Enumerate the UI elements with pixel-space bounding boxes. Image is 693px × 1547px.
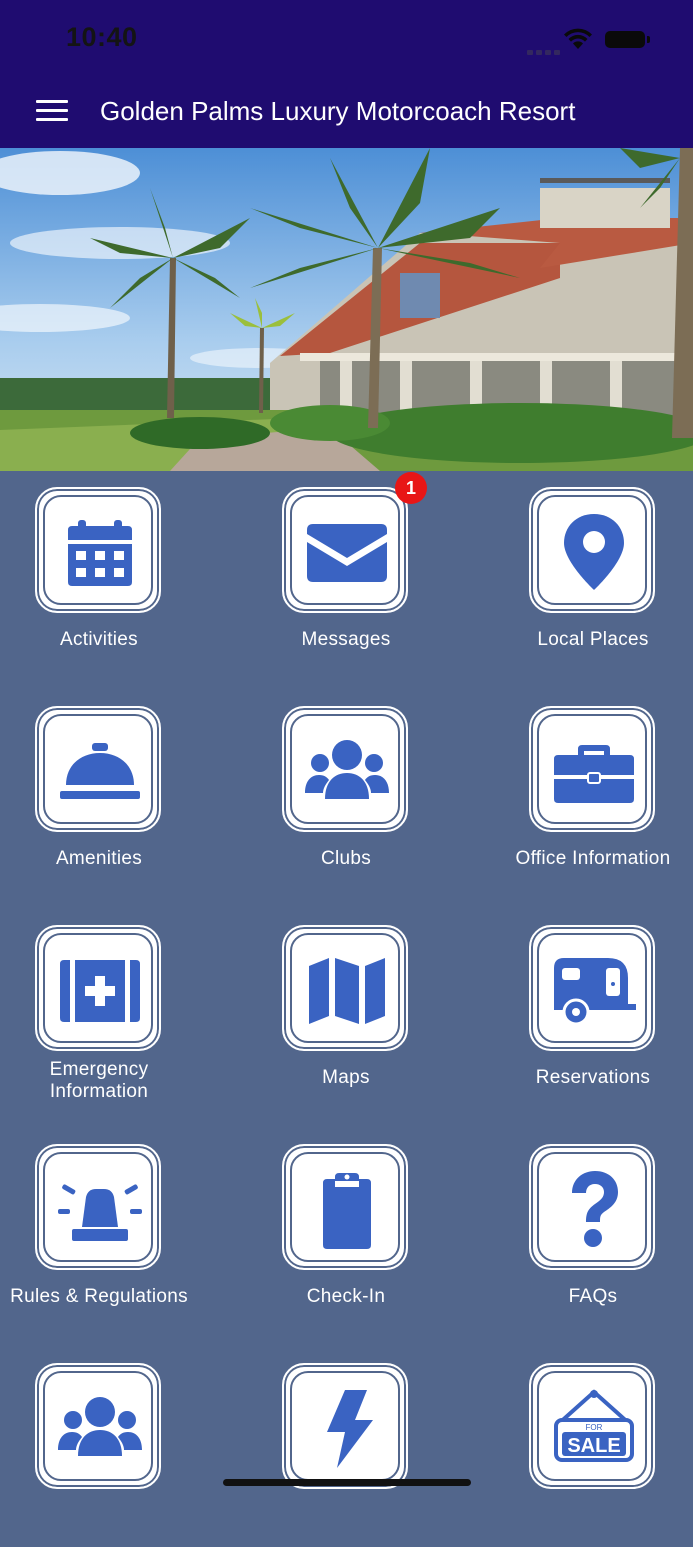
tile-icon-frame xyxy=(529,706,655,832)
tile-icon-frame xyxy=(529,1144,655,1270)
medical-kit-icon xyxy=(60,960,140,1022)
tile-icon-frame xyxy=(529,925,655,1051)
page-title: Golden Palms Luxury Motorcoach Resort xyxy=(100,96,576,126)
calendar-icon xyxy=(68,520,132,586)
sign-small-text: FOR xyxy=(586,1423,603,1432)
tile-icon-frame xyxy=(282,487,408,613)
tile-icon-frame xyxy=(35,1363,161,1489)
home-indicator[interactable] xyxy=(223,1479,471,1486)
tile-utilities[interactable] xyxy=(247,1347,447,1547)
tile-icon-frame xyxy=(35,1144,161,1270)
siren-icon xyxy=(58,1184,142,1241)
question-mark-icon xyxy=(572,1171,618,1247)
tile-label: Emergency Information xyxy=(49,1059,149,1102)
users-icon xyxy=(305,740,389,799)
for-sale-sign-icon: FOR SALE xyxy=(554,1389,634,1462)
sign-big-text: SALE xyxy=(567,1435,620,1457)
briefcase-icon xyxy=(554,745,634,803)
envelope-icon xyxy=(307,524,387,582)
tile-icon-frame xyxy=(35,487,161,613)
tile-label: Local Places xyxy=(537,629,649,650)
tile-icon-frame: FOR SALE xyxy=(529,1363,655,1489)
users-icon xyxy=(58,1397,142,1456)
tile-amenities[interactable]: Amenities xyxy=(0,690,200,890)
clipboard-icon xyxy=(323,1173,371,1249)
camper-trailer-icon xyxy=(554,958,636,1026)
tile-icon-frame xyxy=(282,1363,408,1489)
tile-local-places[interactable]: Local Places xyxy=(494,471,693,671)
tile-icon-frame xyxy=(35,925,161,1051)
tile-activities[interactable]: Activities xyxy=(0,471,200,671)
tile-office-information[interactable]: Office Information xyxy=(494,690,693,890)
tile-icon-frame xyxy=(35,706,161,832)
resort-hero-image xyxy=(0,148,693,471)
tile-label: Maps xyxy=(322,1067,370,1088)
tile-icon-frame xyxy=(282,925,408,1051)
app-bar: Golden Palms Luxury Motorcoach Resort xyxy=(0,78,693,148)
tile-icon-frame xyxy=(529,487,655,613)
tile-label: Messages xyxy=(301,629,391,650)
tile-label: Check-In xyxy=(306,1286,386,1307)
tile-check-in[interactable]: Check-In xyxy=(247,1128,447,1328)
tile-community[interactable] xyxy=(0,1347,200,1547)
lightning-bolt-icon xyxy=(327,1390,373,1468)
cellular-signal-icon xyxy=(527,42,563,60)
tile-label: Amenities xyxy=(55,848,143,869)
tile-faqs[interactable]: FAQs xyxy=(494,1128,693,1328)
tile-icon-frame xyxy=(282,706,408,832)
tile-icon-frame xyxy=(282,1144,408,1270)
tile-label: Clubs xyxy=(320,848,372,869)
tile-for-sale[interactable]: FOR SALE xyxy=(494,1347,693,1547)
tile-label: Office Information xyxy=(515,848,671,869)
folded-map-icon xyxy=(309,958,385,1024)
service-bell-icon xyxy=(60,743,140,799)
menu-grid: Activities Messages Local Places Ameniti… xyxy=(0,471,693,1500)
hamburger-menu-icon[interactable] xyxy=(36,100,68,124)
tile-clubs[interactable]: Clubs xyxy=(247,690,447,890)
status-time: 10:40 xyxy=(66,22,138,52)
messages-badge: 1 xyxy=(395,472,427,504)
tile-label: Activities xyxy=(60,629,138,650)
tile-label: Reservations xyxy=(535,1067,651,1088)
tile-emergency-information[interactable]: Emergency Information xyxy=(0,909,200,1109)
battery-icon xyxy=(605,31,650,48)
tile-reservations[interactable]: Reservations xyxy=(494,909,693,1109)
tile-label: Rules & Regulations xyxy=(10,1286,188,1307)
map-pin-icon xyxy=(564,514,624,590)
clubhouse-photo xyxy=(0,148,693,471)
status-bar: 10:40 xyxy=(0,0,693,78)
tile-rules-regulations[interactable]: Rules & Regulations xyxy=(0,1128,200,1328)
wifi-icon xyxy=(564,28,592,49)
tile-label: FAQs xyxy=(568,1286,618,1307)
tile-maps[interactable]: Maps xyxy=(247,909,447,1109)
